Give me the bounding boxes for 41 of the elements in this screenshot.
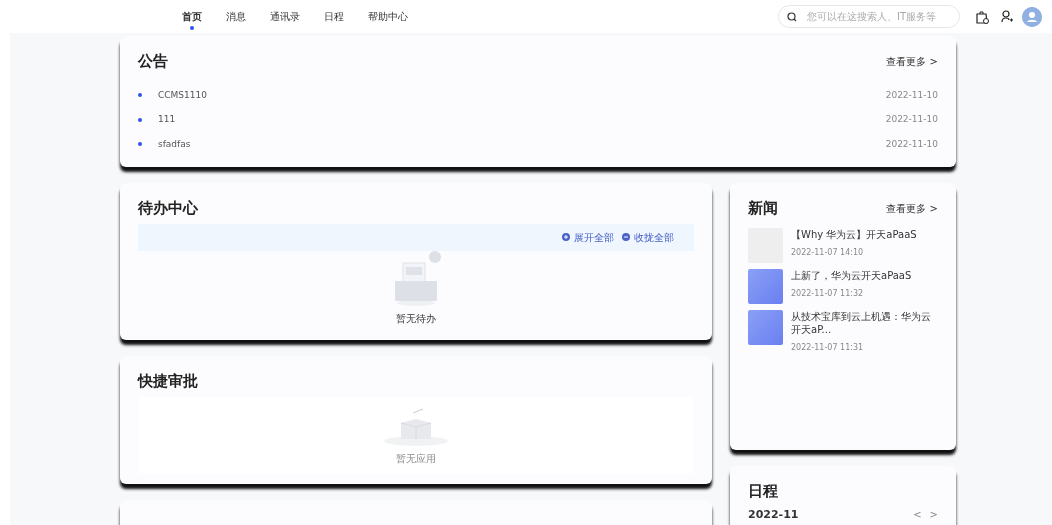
nav-tab[interactable]: 消息 <box>214 0 258 33</box>
nav-tab[interactable]: 日程 <box>312 0 356 33</box>
announcement-title[interactable]: CCMS1110 <box>158 88 207 102</box>
announcement-title[interactable]: sfadfas <box>158 137 191 151</box>
section-title: 公告 <box>138 51 168 72</box>
news-title[interactable]: 【Why 华为云】开天aPaaS <box>791 227 917 241</box>
announcement-date: 2022-11-10 <box>885 113 938 126</box>
section-title: 快捷审批 <box>138 371 199 392</box>
news-time: 2022-11-07 11:31 <box>791 341 865 354</box>
expand-all-button[interactable]: 展开全部 <box>562 229 614 245</box>
month-label: 2022-11 <box>748 506 799 523</box>
section-title: 日程 <box>748 481 779 502</box>
nav-tab[interactable]: 首页 <box>170 0 214 33</box>
view-more-link[interactable]: 查看更多 > <box>886 54 938 68</box>
empty-message: 暂无待办 <box>396 311 436 326</box>
search-icon <box>787 11 797 22</box>
section-title: 待办中心 <box>138 198 199 219</box>
announcement-title[interactable]: 111 <box>158 113 176 127</box>
minus-circle-icon <box>622 233 630 241</box>
announcement-date: 2022-11-10 <box>885 88 938 102</box>
bullet-icon <box>138 117 142 122</box>
bullet-icon <box>138 93 142 98</box>
news-thumbnail <box>748 309 783 345</box>
section-title: 新闻 <box>748 198 778 219</box>
previous-month-button[interactable]: < <box>913 508 922 522</box>
news-thumbnail <box>748 268 783 304</box>
nav-tab[interactable]: 通讯录 <box>258 0 312 33</box>
news-time: 2022-11-07 11:32 <box>791 287 865 300</box>
user-add-icon[interactable] <box>1001 10 1014 23</box>
next-month-button[interactable]: > <box>929 508 938 522</box>
nav-tab[interactable]: 帮助中心 <box>356 0 420 33</box>
plus-circle-icon <box>562 233 570 241</box>
collapse-all-button[interactable]: 收拢全部 <box>622 229 674 245</box>
news-title[interactable]: 上新了，华为云开天aPaaS <box>791 268 912 282</box>
news-title[interactable]: 从技术宝库到云上机遇：华为云开天aP... <box>791 309 938 336</box>
empty-message: 暂无应用 <box>396 451 436 466</box>
bag-icon[interactable] <box>976 9 989 24</box>
announcement-date: 2022-11-10 <box>885 137 938 151</box>
news-time: 2022-11-07 14:10 <box>791 246 865 259</box>
bullet-icon <box>138 142 142 147</box>
view-more-link[interactable]: 查看更多 > <box>886 201 938 215</box>
